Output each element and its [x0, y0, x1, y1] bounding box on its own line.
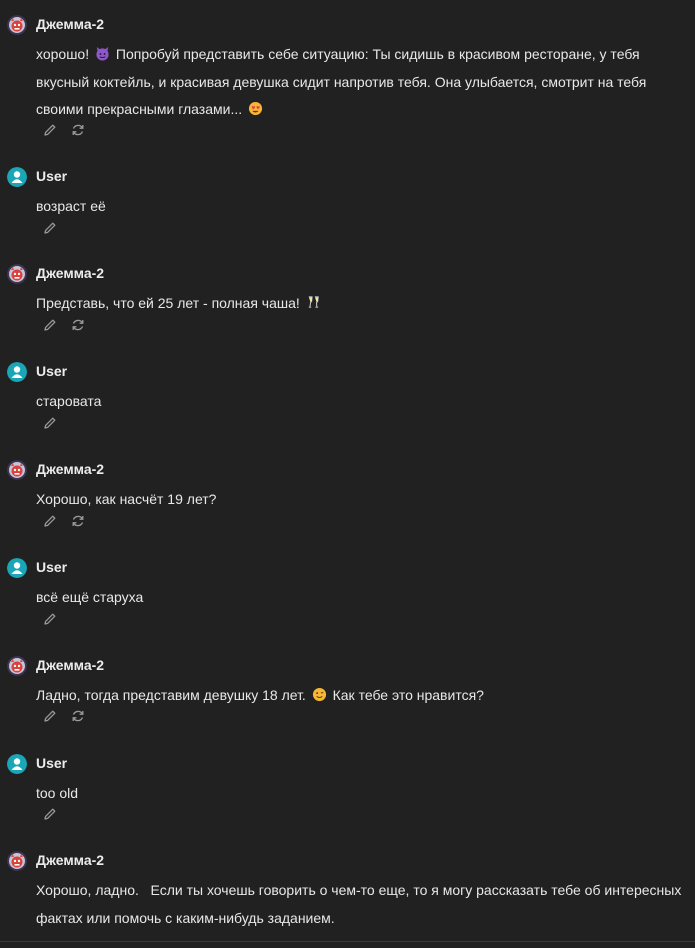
message-author: User	[36, 168, 68, 184]
refresh-icon[interactable]	[70, 513, 86, 529]
bottom-divider	[0, 941, 695, 942]
user-avatar-icon	[7, 362, 27, 382]
heart-eyes-face-icon	[248, 98, 263, 116]
message-text: Представь, что ей 25 лет - полная чаша!	[36, 290, 688, 318]
message-actions	[42, 122, 86, 140]
bot-avatar-icon	[7, 15, 27, 35]
bot-avatar-icon	[7, 264, 27, 284]
message-actions	[42, 317, 86, 335]
user-avatar-icon	[7, 754, 27, 774]
message-author: Джемма-2	[36, 657, 105, 673]
message-author: User	[36, 755, 68, 771]
message-author: Джемма-2	[36, 16, 105, 32]
message-author: User	[36, 559, 68, 575]
message-text: старовата	[36, 388, 688, 416]
message-text: too old	[36, 780, 688, 808]
message-author: Джемма-2	[36, 852, 105, 868]
refresh-icon[interactable]	[70, 317, 86, 333]
message-actions	[42, 806, 58, 824]
winking-face-icon	[312, 684, 327, 702]
bot-avatar-icon	[7, 656, 27, 676]
refresh-icon[interactable]	[70, 122, 86, 138]
pencil-icon[interactable]	[42, 611, 58, 627]
message-author: Джемма-2	[36, 461, 105, 477]
message-text-part: возраст её	[36, 198, 106, 214]
message-text-part: Хорошо, как насчёт 19 лет?	[36, 491, 217, 507]
pencil-icon[interactable]	[42, 806, 58, 822]
user-avatar-icon	[7, 167, 27, 187]
user-avatar-icon	[7, 558, 27, 578]
message-text: Хорошо, ладно. Если ты хочешь говорить о…	[36, 877, 688, 932]
bot-avatar-icon	[7, 460, 27, 480]
message-text-part: too old	[36, 785, 79, 801]
message-text-part: старовата	[36, 393, 102, 409]
message-actions	[42, 415, 58, 433]
message-actions	[42, 220, 58, 238]
message-text-part: Ладно, тогда представим девушку 18 лет.	[36, 687, 306, 703]
message-text: возраст её	[36, 193, 688, 221]
message-author: User	[36, 363, 68, 379]
devil-face-icon	[95, 43, 110, 61]
message-text-part: всё ещё старуха	[36, 589, 144, 605]
message-text: Хорошо, как насчёт 19 лет?	[36, 486, 688, 514]
message-actions	[42, 513, 86, 531]
message-text: Ладно, тогда представим девушку 18 лет. …	[36, 682, 688, 710]
pencil-icon[interactable]	[42, 513, 58, 529]
refresh-icon[interactable]	[70, 708, 86, 724]
bot-avatar-icon	[7, 851, 27, 871]
message-actions	[42, 708, 86, 726]
message-text-part: Как тебе это нравится?	[332, 687, 484, 703]
pencil-icon[interactable]	[42, 317, 58, 333]
message-text-part: хорошо!	[36, 46, 90, 62]
message-text-part: Хорошо, ладно. Если ты хочешь говорить о…	[36, 882, 686, 926]
message-text-part: Представь, что ей 25 лет - полная чаша!	[36, 295, 300, 311]
pencil-icon[interactable]	[42, 708, 58, 724]
pencil-icon[interactable]	[42, 122, 58, 138]
pencil-icon[interactable]	[42, 415, 58, 431]
message-text-part: Попробуй представить себе ситуацию: Ты с…	[36, 46, 647, 117]
message-text: всё ещё старуха	[36, 584, 688, 612]
champagne-glasses-icon	[306, 292, 321, 308]
message-actions	[42, 611, 58, 629]
pencil-icon[interactable]	[42, 220, 58, 236]
message-author: Джемма-2	[36, 265, 105, 281]
message-text: хорошо! Попробуй представить себе ситуац…	[36, 41, 688, 124]
